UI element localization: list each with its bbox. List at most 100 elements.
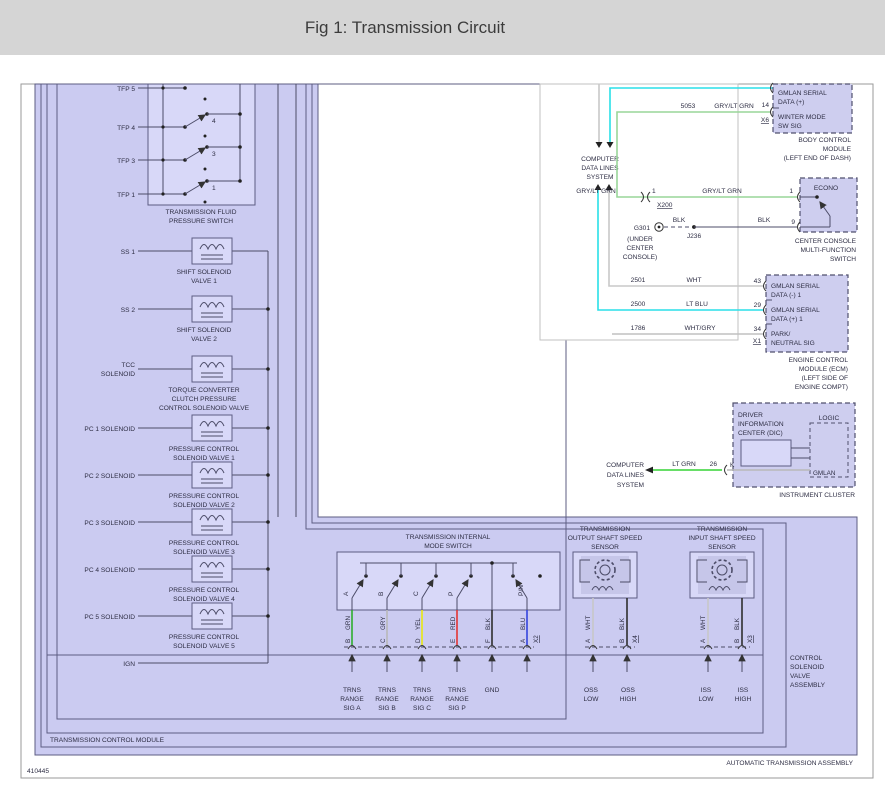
wire-color-blk: BLK [485, 617, 492, 630]
oss-caption-3: SENSOR [591, 544, 619, 551]
ecm-pin-34: 34 [754, 326, 762, 333]
wiring-diagram: Fig 1: Transmission Circuit 410445 AUTOM… [0, 0, 885, 789]
ecm-label-4: ENGINE COMPT) [795, 384, 848, 391]
ss2-caption-1: SHIFT SOLENOID [177, 327, 232, 334]
ecm-pin-29: 29 [754, 302, 762, 309]
terminal-iss-low-1: ISS [701, 687, 712, 694]
pc3-caption-2: SOLENOID VALVE 3 [173, 549, 235, 556]
oss-color-blk: BLK [619, 617, 626, 630]
terminal-oss-high-2: HIGH [620, 696, 637, 703]
blk-wire-label-1: BLK [673, 217, 686, 224]
conn-x2: X2 [533, 635, 540, 643]
wire-color-grn: GRN [345, 616, 352, 630]
pin-pc3: PC 3 SOLENOID [84, 520, 135, 527]
dic-pin-26: 26 [710, 461, 718, 468]
ecm-label-1: ENGINE CONTROL [789, 357, 849, 364]
terminal-trns-a-1: TRNS [343, 687, 362, 694]
pc2-caption-2: SOLENOID VALVE 2 [173, 502, 235, 509]
terminal-trns-a-2: RANGE [340, 696, 364, 703]
ecm-sig-1b: DATA (-) 1 [771, 292, 801, 299]
ss1-caption-1: SHIFT SOLENOID [177, 269, 232, 276]
wire-pin-d: D [415, 638, 422, 643]
bcm-conn-x6: X6 [761, 117, 769, 124]
tcc-caption-3: CONTROL SOLENOID VALVE [159, 405, 250, 412]
terminal-iss-high-2: HIGH [735, 696, 752, 703]
circuit-5053-num: 5053 [681, 103, 696, 110]
bcm-label-2: MODULE [823, 146, 852, 153]
g301-label: G301 [634, 225, 650, 232]
ecm-sig-3a: PARK/ [771, 331, 790, 338]
tcc-caption-1: TORQUE CONVERTER [168, 387, 239, 394]
terminal-trns-p-1: TRNS [448, 687, 467, 694]
blk-wire-label-2: BLK [758, 217, 771, 224]
x200-color-left: GRY/LT GRN [576, 188, 616, 195]
g301-loc-1: (UNDER [627, 236, 653, 243]
circuit-2501-color: WHT [686, 277, 701, 284]
ata-label: AUTOMATIC TRANSMISSION ASSEMBLY [726, 760, 853, 767]
circuit-1786-num: 1786 [631, 325, 646, 332]
econo-caption-3: SWITCH [830, 256, 856, 263]
pc2-caption-1: PRESSURE CONTROL [169, 493, 240, 500]
conn-x4: X4 [632, 635, 639, 643]
bcm-label-1: BODY CONTROL [798, 137, 851, 144]
ss2-caption-2: VALVE 2 [191, 336, 217, 343]
iss-pin-b: B [734, 639, 741, 643]
terminal-trns-c-3: SIG C [413, 705, 431, 712]
circuit-5053-color: GRY/LT GRN [714, 103, 754, 110]
pin-tfp1: TFP 1 [117, 192, 135, 199]
doc-number: 410445 [27, 768, 49, 775]
terminal-trns-a-3: SIG A [343, 705, 361, 712]
ecm-pin-43: 43 [754, 278, 762, 285]
ecm-label-3: (LEFT SIDE OF [802, 375, 848, 382]
pc5-caption-2: SOLENOID VALVE 5 [173, 643, 235, 650]
x200-color-right: GRY/LT GRN [702, 188, 742, 195]
g301-loc-2: CENTER [626, 245, 653, 252]
tfp-contact-3: 3 [212, 151, 216, 158]
pin-ss1: SS 1 [121, 249, 136, 256]
oss-pin-b: B [619, 639, 626, 643]
csva-label-3: VALVE [790, 673, 811, 680]
wire-pin-b: B [345, 639, 352, 643]
pin-pc5: PC 5 SOLENOID [84, 614, 135, 621]
pin-tcc-2: SOLENOID [101, 371, 135, 378]
ecm-sig-2b: DATA (+) 1 [771, 316, 803, 323]
wire-pin-c: C [380, 638, 387, 643]
dic-logic-label: LOGIC [819, 415, 840, 422]
data-lines-top-1: COMPUTER [581, 156, 619, 163]
terminal-oss-high-1: OSS [621, 687, 636, 694]
econo-pin-1: 1 [789, 188, 793, 195]
tcc-caption-2: CLUTCH PRESSURE [172, 396, 237, 403]
circuit-2500-num: 2500 [631, 301, 646, 308]
ecm-sig-2a: GMLAN SERIAL [771, 307, 820, 314]
bcm-pin-gmlan-2: DATA (+) [778, 99, 804, 106]
pin-ss2: SS 2 [121, 307, 136, 314]
terminal-trns-c-2: RANGE [410, 696, 434, 703]
data-lines-bottom-1: COMPUTER [606, 462, 644, 469]
pin-tfp3: TFP 3 [117, 158, 135, 165]
econo-switch: ECONO CENTER CONSOLE MULTI-FUNCTION SWIT… [795, 178, 857, 263]
tfp-caption-1: TRANSMISSION FLUID [165, 209, 236, 216]
mode-switch-caption-1: TRANSMISSION INTERNAL [406, 534, 491, 541]
wire-color-blu: BLU [520, 617, 527, 630]
data-lines-bottom-3: SYSTEM [617, 482, 644, 489]
pc1-caption-1: PRESSURE CONTROL [169, 446, 240, 453]
transmission-circuit-page: Fig 1: Transmission Circuit 410445 AUTOM… [0, 0, 885, 789]
iss-caption-3: SENSOR [708, 544, 736, 551]
x200-pin-left: 1 [652, 188, 656, 195]
ecm-sig-3b: NEUTRAL SIG [771, 340, 815, 347]
econo-pin-9: 9 [791, 219, 795, 226]
bcm-label-3: (LEFT END OF DASH) [784, 155, 851, 162]
csva-label-4: ASSEMBLY [790, 682, 826, 689]
terminal-trns-p-2: RANGE [445, 696, 469, 703]
ltgrn-wire-label: LT GRN [672, 461, 696, 468]
pin-tcc-1: TCC [121, 362, 135, 369]
pc4-caption-2: SOLENOID VALVE 4 [173, 596, 235, 603]
ecm-sig-1a: GMLAN SERIAL [771, 283, 820, 290]
terminal-iss-low-2: LOW [698, 696, 714, 703]
oss-caption-2: OUTPUT SHAFT SPEED [568, 535, 643, 542]
dic-title-3: CENTER (DIC) [738, 430, 783, 437]
wire-pin-f: F [485, 639, 492, 643]
wire-pin-e: E [450, 639, 457, 643]
ecm-label-2: MODULE (ECM) [799, 366, 848, 373]
pc3-caption-1: PRESSURE CONTROL [169, 540, 240, 547]
